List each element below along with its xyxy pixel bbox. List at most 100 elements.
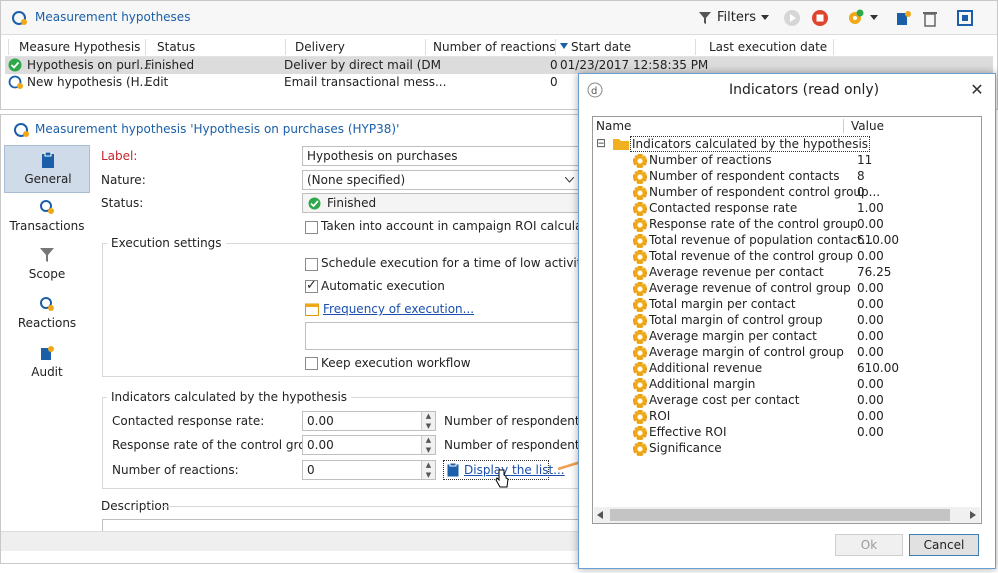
auto-execution-checkbox[interactable]	[305, 278, 318, 293]
table-row[interactable]: Hypothesis on purl... Finished Deliver b…	[5, 57, 993, 74]
tree-root-label[interactable]: Indicators calculated by the hypothesis	[630, 136, 871, 152]
tree-item-name[interactable]: Additional revenue	[649, 361, 762, 377]
label-input[interactable]: Hypothesis on purchases	[302, 146, 582, 166]
hypothesis-detail-panel: Measurement hypothesis 'Hypothesis on pu…	[0, 114, 605, 564]
schedule-checkbox-label: Schedule execution for a time of low act…	[321, 256, 589, 270]
column-start-date[interactable]: Start date	[571, 40, 631, 54]
tree-item-name[interactable]: Number of reactions	[649, 153, 772, 169]
description-label: Description	[101, 499, 170, 513]
status-bar	[1, 531, 581, 551]
gear-icon	[633, 410, 647, 424]
stop-icon[interactable]	[811, 9, 829, 27]
tree-item-name[interactable]: Contacted response rate	[649, 201, 797, 217]
control-group-rate-value: 0.00	[307, 438, 334, 452]
status-select[interactable]: Finished	[302, 193, 582, 213]
status-finished-icon	[308, 197, 321, 210]
sidebar-item-label: Scope	[28, 267, 66, 281]
gear-icon	[633, 186, 647, 200]
gear-icon	[633, 426, 647, 440]
scroll-right-icon[interactable]	[970, 511, 976, 519]
tree-item-name[interactable]: Response rate of the control group	[649, 217, 858, 233]
status-field-label: Status:	[101, 196, 144, 210]
export-icon[interactable]	[894, 9, 912, 27]
sidebar-item-scope[interactable]: Scope	[4, 241, 90, 289]
cell-name: New hypothesis (H...	[27, 75, 151, 89]
spin-buttons[interactable]: ▲ ▼	[421, 436, 435, 454]
tree-item-name[interactable]: Number of respondent control group...	[649, 185, 880, 201]
spin-buttons[interactable]: ▲ ▼	[421, 461, 435, 479]
cell-reactions: 0	[550, 58, 558, 72]
maximize-icon[interactable]	[956, 9, 974, 27]
play-icon[interactable]	[783, 9, 801, 27]
gear-icon	[633, 218, 647, 232]
tree-item-name[interactable]: Total revenue of the control group	[649, 249, 853, 265]
tree-item-value: 610.00	[857, 233, 899, 247]
keep-workflow-checkbox[interactable]	[305, 357, 318, 370]
sidebar-item-reactions[interactable]: Reactions	[4, 290, 90, 338]
tree-item-name[interactable]: Effective ROI	[649, 425, 727, 441]
horizontal-scrollbar[interactable]	[594, 507, 980, 523]
ok-button[interactable]: Ok	[835, 534, 903, 556]
auto-execution-label: Automatic execution	[321, 279, 445, 293]
close-icon[interactable]: ✕	[963, 76, 991, 104]
tree-item-name[interactable]: Average margin per contact	[649, 329, 817, 345]
detail-title: Measurement hypothesis 'Hypothesis on pu…	[35, 122, 400, 136]
contacted-response-rate-input[interactable]: 0.00 ▲ ▼	[302, 411, 436, 431]
column-number-of-reactions[interactable]: Number of reactions	[433, 40, 556, 54]
scrollbar-thumb[interactable]	[610, 509, 950, 521]
trash-icon[interactable]	[921, 9, 939, 27]
reactions-icon	[40, 297, 54, 311]
roi-checkbox[interactable]	[305, 221, 318, 234]
chevron-down-icon[interactable]	[870, 15, 878, 21]
display-list-link[interactable]: Display the list...	[464, 463, 565, 477]
tree-item-value: 0.00	[857, 281, 884, 295]
list-toolbar: Measurement hypotheses Filters	[1, 1, 997, 35]
tree-item-name[interactable]: Average revenue per contact	[649, 265, 824, 281]
tree-toggle[interactable]: ⊟	[596, 136, 606, 152]
column-status[interactable]: Status	[157, 40, 195, 54]
tree-item-value: 0.00	[857, 249, 884, 263]
spin-buttons[interactable]: ▲ ▼	[421, 412, 435, 430]
number-of-reactions-input[interactable]: 0 ▲ ▼	[302, 460, 436, 480]
gear-icon	[633, 154, 647, 168]
tree-item-name[interactable]: Average revenue of control group	[649, 281, 851, 297]
filter-icon[interactable]	[698, 11, 712, 25]
schedule-checkbox[interactable]	[305, 258, 318, 271]
frequency-box	[305, 322, 581, 350]
nature-select[interactable]: (None specified)	[302, 170, 582, 190]
gear-icon	[633, 394, 647, 408]
tree-item-name[interactable]: Additional margin	[649, 377, 755, 393]
sidebar-item-audit[interactable]: Audit	[4, 339, 90, 387]
cancel-button[interactable]: Cancel	[909, 534, 979, 556]
tree-item-name[interactable]: Number of respondent contacts	[649, 169, 840, 185]
scroll-left-icon[interactable]	[597, 511, 603, 519]
control-group-rate-input[interactable]: 0.00 ▲ ▼	[302, 435, 436, 455]
tree-item-name[interactable]: Total margin per contact	[649, 297, 796, 313]
tree-item-name[interactable]: Total margin of control group	[649, 313, 823, 329]
audit-icon	[41, 346, 54, 360]
tree-item-name[interactable]: Total revenue of population contact...	[649, 233, 873, 249]
filters-button[interactable]: Filters	[717, 10, 756, 25]
tree-item-value: 610.00	[857, 361, 899, 375]
dialog-titlebar: d Indicators (read only) ✕	[579, 74, 995, 106]
indicators-tree: Name Value ⊟ Indicators calculated by th…	[592, 116, 982, 524]
cell-reactions: 0	[550, 75, 558, 89]
chevron-down-icon[interactable]	[761, 15, 769, 21]
tree-item-value: 0.00	[857, 409, 884, 423]
gear-add-icon[interactable]	[846, 9, 864, 27]
sidebar-item-general[interactable]: General	[4, 145, 90, 193]
tree-item-name[interactable]: Significance	[649, 441, 722, 457]
tree-item-name[interactable]: ROI	[649, 409, 670, 425]
tree-item-name[interactable]: Average margin of control group	[649, 345, 844, 361]
keep-workflow-label: Keep execution workflow	[321, 356, 471, 370]
column-last-execution-date[interactable]: Last execution date	[709, 40, 827, 54]
tree-item-name[interactable]: Average cost per contact	[649, 393, 799, 409]
column-delivery[interactable]: Delivery	[295, 40, 345, 54]
cell-name: Hypothesis on purl...	[27, 58, 152, 72]
cell-status: Edit	[145, 75, 169, 89]
funnel-icon	[40, 248, 54, 262]
sidebar-item-transactions[interactable]: Transactions	[4, 193, 90, 241]
frequency-link[interactable]: Frequency of execution...	[323, 302, 474, 316]
gear-icon	[633, 202, 647, 216]
column-measure-hypothesis[interactable]: Measure Hypothesis	[19, 40, 140, 54]
